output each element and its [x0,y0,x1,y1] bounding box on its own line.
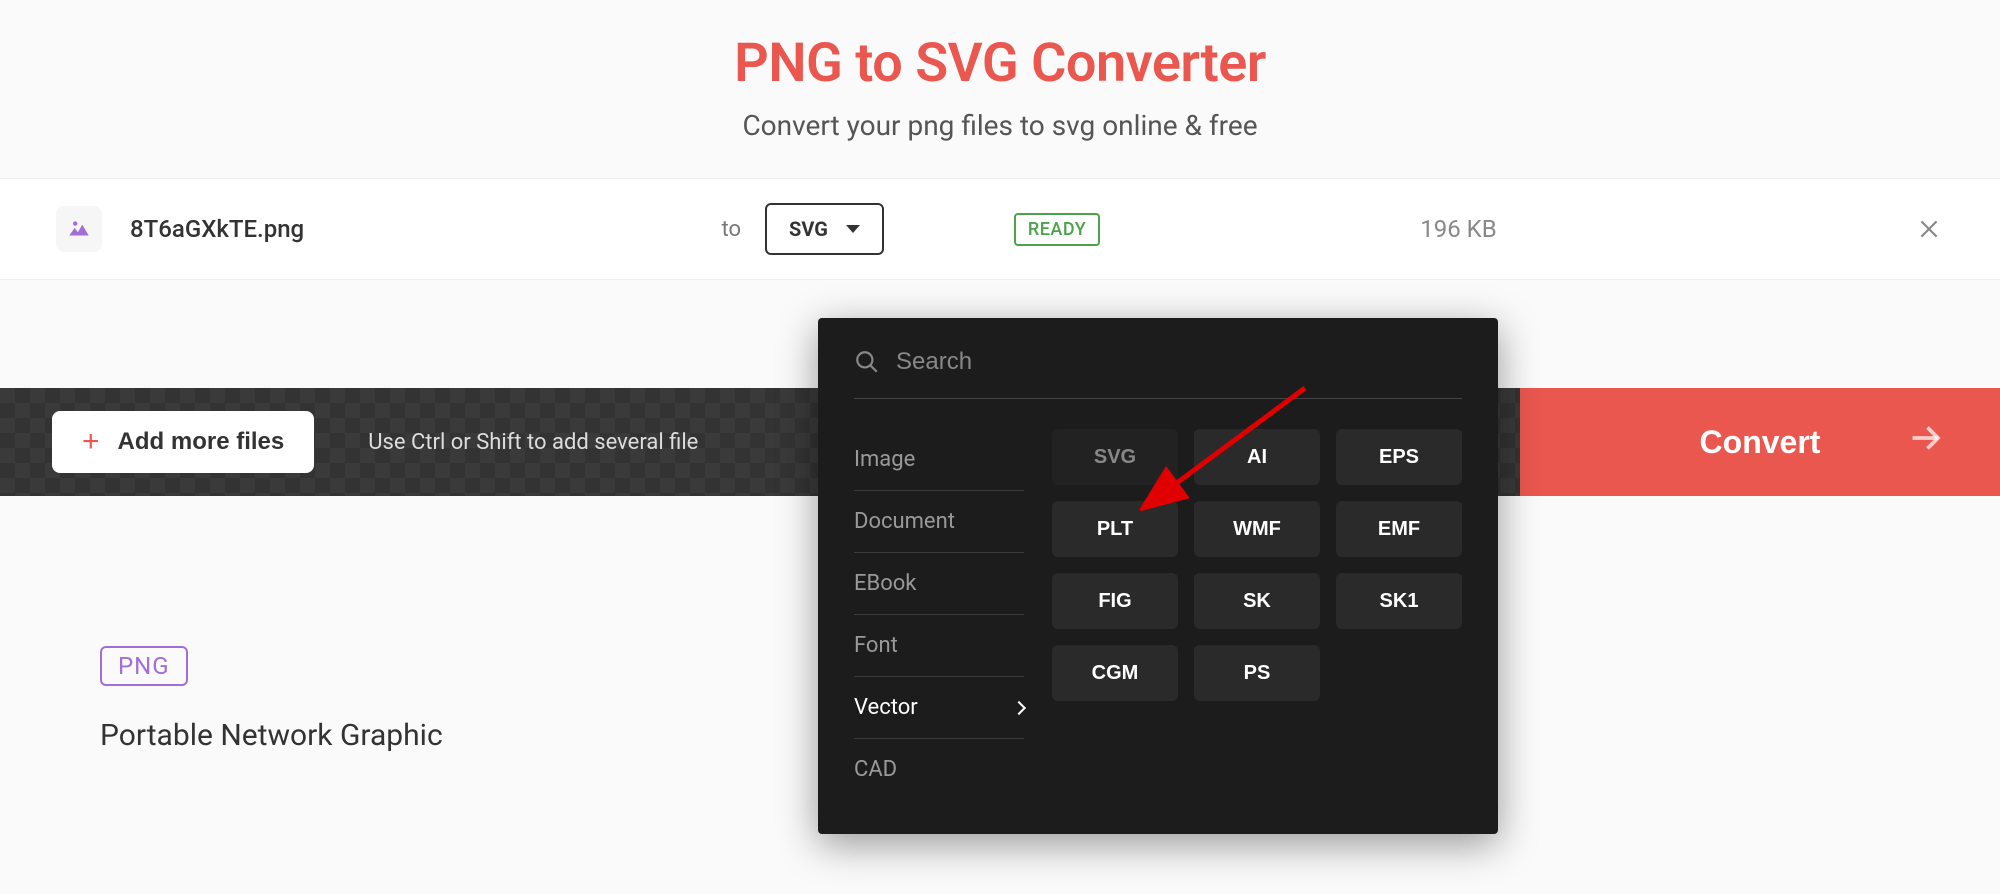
plus-icon: + [82,427,100,457]
close-icon [1916,216,1942,242]
arrow-right-icon [1908,420,1944,464]
source-format-badge: PNG [100,646,188,686]
add-more-label: Add more files [118,428,285,456]
dropdown-search-input[interactable] [896,348,1206,376]
page-header: PNG to SVG Converter Convert your png fi… [0,0,2000,178]
image-file-icon [56,206,102,252]
format-option-wmf[interactable]: WMF [1194,501,1320,557]
multi-select-hint: Use Ctrl or Shift to add several file [368,430,698,455]
dropdown-category-label: Document [854,509,955,534]
chevron-down-icon [846,225,860,233]
format-option-ps[interactable]: PS [1194,645,1320,701]
file-row: 8T6aGXkTE.png to SVG READY 196 KB [0,178,2000,280]
dropdown-category-document[interactable]: Document [854,491,1024,553]
format-option-ai[interactable]: AI [1194,429,1320,485]
format-option-eps[interactable]: EPS [1336,429,1462,485]
file-name: 8T6aGXkTE.png [130,215,304,243]
dropdown-category-ebook[interactable]: EBook [854,553,1024,615]
search-icon [854,349,880,375]
dropdown-category-label: CAD [854,757,897,782]
format-option-plt[interactable]: PLT [1052,501,1178,557]
chevron-right-icon [1012,700,1026,714]
to-label: to [722,217,742,242]
remove-file-button[interactable] [1914,214,1944,244]
status-badge: READY [1014,213,1100,246]
dropdown-formats-grid: SVG AI EPS PLT WMF EMF FIG SK SK1 CGM PS [1052,429,1462,800]
format-dropdown: Image Document EBook Font Vector CAD SVG AI EPS… [818,318,1498,834]
file-size: 196 KB [1420,215,1496,243]
page-subtitle: Convert your png files to svg online & f… [0,109,2000,142]
dropdown-category-font[interactable]: Font [854,615,1024,677]
format-select-value: SVG [789,217,828,241]
format-option-svg[interactable]: SVG [1052,429,1178,485]
dropdown-category-vector[interactable]: Vector [854,677,1024,739]
format-select[interactable]: SVG [765,203,884,255]
convert-button[interactable]: Convert [1520,388,2000,496]
dropdown-categories: Image Document EBook Font Vector CAD [854,429,1024,800]
dropdown-category-label: Vector [854,695,918,720]
dropdown-category-label: Font [854,633,898,658]
format-select-wrap: SVG [765,203,884,255]
dropdown-category-image[interactable]: Image [854,429,1024,491]
page-title: PNG to SVG Converter [0,32,2000,95]
dropdown-search [854,348,1462,399]
format-option-cgm[interactable]: CGM [1052,645,1178,701]
format-option-fig[interactable]: FIG [1052,573,1178,629]
dropdown-category-label: EBook [854,571,916,596]
format-option-emf[interactable]: EMF [1336,501,1462,557]
add-more-files-button[interactable]: + Add more files [52,411,314,473]
format-option-sk[interactable]: SK [1194,573,1320,629]
format-option-sk1[interactable]: SK1 [1336,573,1462,629]
dropdown-category-label: Image [854,447,915,472]
convert-label: Convert [1700,424,1821,461]
dropdown-category-cad[interactable]: CAD [854,739,1024,800]
